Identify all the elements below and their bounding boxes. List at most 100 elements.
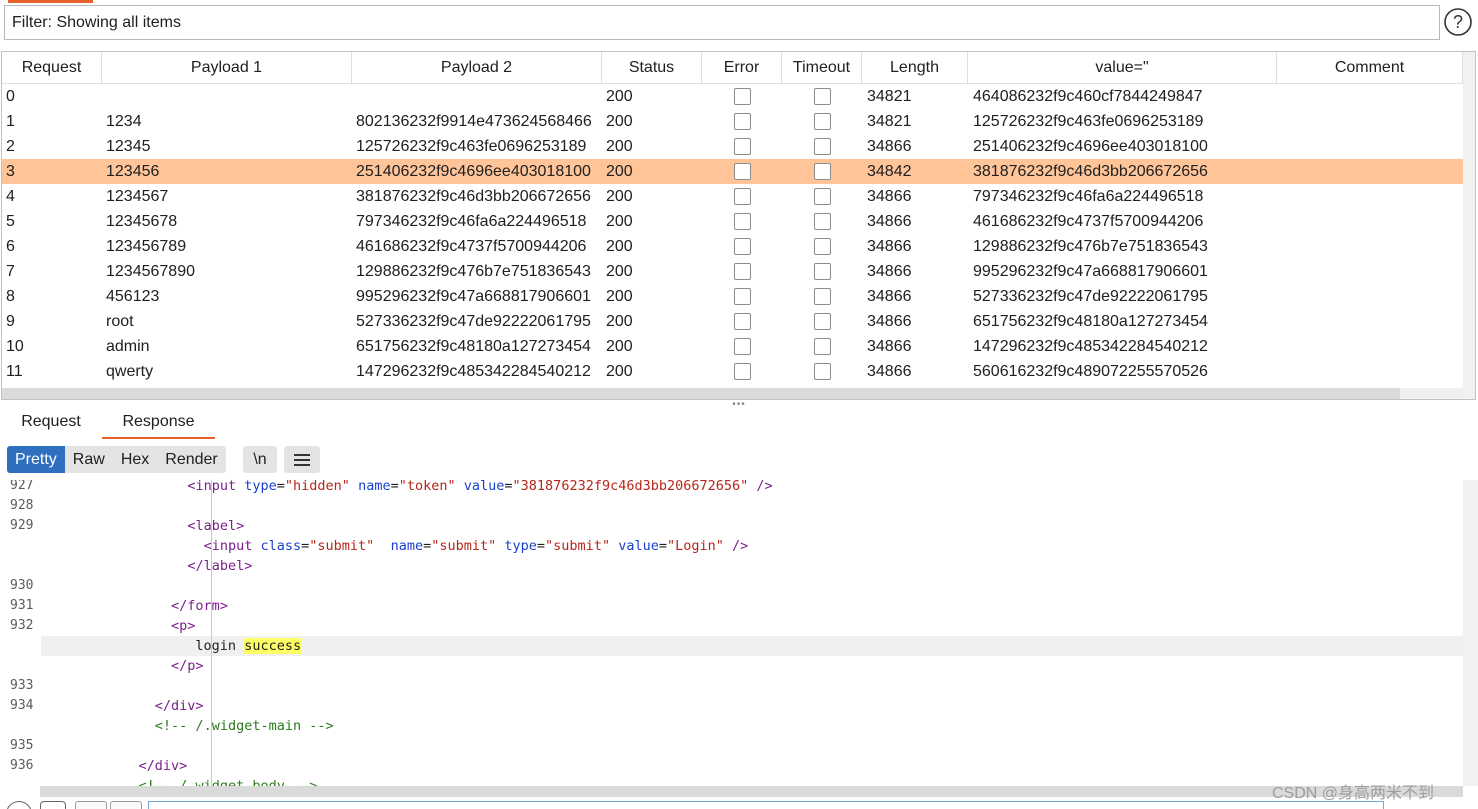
mode-pretty-button[interactable]: Pretty	[7, 446, 65, 473]
error-checkbox[interactable]	[734, 363, 751, 380]
hamburger-menu-icon[interactable]	[284, 446, 320, 473]
header-col-comment[interactable]: Comment	[1277, 52, 1463, 84]
tab-response[interactable]: Response	[102, 408, 215, 439]
timeout-checkbox[interactable]	[814, 88, 831, 105]
table-horizontal-scrollbar[interactable]	[2, 388, 1400, 399]
timeout-checkbox[interactable]	[814, 363, 831, 380]
timeout-checkbox[interactable]	[814, 263, 831, 280]
code-vertical-scrollbar[interactable]	[1463, 480, 1478, 786]
mode-render-button[interactable]: Render	[157, 446, 225, 473]
timeout-checkbox[interactable]	[814, 163, 831, 180]
settings-gear-icon[interactable]	[40, 801, 66, 809]
table-row[interactable]: 10 admin 651756232f9c48180a127273454 200 348…	[2, 334, 1464, 359]
code-line: </div>	[41, 756, 188, 776]
code-horizontal-scrollbar[interactable]	[40, 786, 1463, 797]
cell-status: 200	[606, 188, 633, 205]
cell-length: 34821	[867, 113, 912, 130]
cell-value: 381876232f9c46d3bb206672656	[973, 163, 1208, 180]
error-checkbox[interactable]	[734, 213, 751, 230]
tab-request[interactable]: Request	[8, 408, 94, 439]
search-next-button[interactable]	[110, 801, 142, 809]
table-row[interactable]: 9 root 527336232f9c47de92222061795 200 34866…	[2, 309, 1464, 334]
table-row[interactable]: 6 123456789 461686232f9c4737f5700944206 200…	[2, 234, 1464, 259]
cell-request: 11	[6, 363, 23, 380]
newline-toggle-button[interactable]: \n	[243, 446, 277, 473]
code-line: login success	[41, 636, 1463, 656]
table-row[interactable]: 11 qwerty 147296232f9c485342284540212 200 34…	[2, 359, 1464, 384]
cell-value: 527336232f9c47de92222061795	[973, 288, 1208, 305]
code-token: =	[504, 480, 513, 494]
help-question-icon[interactable]: ?	[1443, 6, 1473, 38]
error-checkbox[interactable]	[734, 338, 751, 355]
code-token: "token"	[398, 480, 456, 494]
table-row[interactable]: 2 12345 125726232f9c463fe0696253189 200 3486…	[2, 134, 1464, 159]
help-circle-icon[interactable]	[6, 801, 32, 809]
message-tabs: Request Response	[0, 408, 1478, 440]
table-row[interactable]: 7 1234567890 129886232f9c476b7e751836543 20…	[2, 259, 1464, 284]
error-checkbox[interactable]	[734, 163, 751, 180]
error-checkbox[interactable]	[734, 113, 751, 130]
cell-length: 34866	[867, 188, 912, 205]
code-token: "submit"	[309, 538, 375, 554]
header-col-timeout[interactable]: Timeout	[782, 52, 862, 84]
cell-payload1: 123456789	[106, 238, 187, 255]
filter-bar[interactable]: Filter: Showing all items	[4, 5, 1440, 40]
error-checkbox[interactable]	[734, 313, 751, 330]
cell-length: 34866	[867, 338, 912, 355]
timeout-checkbox[interactable]	[814, 188, 831, 205]
timeout-checkbox[interactable]	[814, 113, 831, 130]
code-token: </div>	[138, 758, 188, 774]
cell-request: 0	[6, 88, 15, 105]
code-token: <p>	[171, 618, 196, 634]
header-col-status[interactable]: Status	[602, 52, 702, 84]
response-code-viewer[interactable]: 927 928 929 930 931 932 933 934 935 936 <input ty…	[0, 480, 1478, 786]
header-col-error[interactable]: Error	[702, 52, 782, 84]
timeout-checkbox[interactable]	[814, 338, 831, 355]
table-row[interactable]: 0 200 34821 464086232f9c460cf7844249847	[2, 84, 1464, 109]
header-col-request[interactable]: Request	[2, 52, 102, 84]
table-row[interactable]: 3 123456 251406232f9c4696ee403018100 200 348…	[2, 159, 1464, 184]
cell-length: 34866	[867, 263, 912, 280]
search-input[interactable]	[148, 801, 1384, 809]
error-checkbox[interactable]	[734, 88, 751, 105]
error-checkbox[interactable]	[734, 263, 751, 280]
error-checkbox[interactable]	[734, 288, 751, 305]
cell-payload1	[106, 84, 352, 109]
cell-length: 34821	[867, 88, 912, 105]
search-prev-button[interactable]	[75, 801, 107, 809]
table-row[interactable]: 1 1234 802136232f9914e473624568466 200 34821…	[2, 109, 1464, 134]
code-token: =	[536, 538, 546, 554]
mode-raw-button[interactable]: Raw	[65, 446, 113, 473]
error-checkbox[interactable]	[734, 188, 751, 205]
error-checkbox[interactable]	[734, 138, 751, 155]
cell-payload2: 461686232f9c4737f5700944206	[356, 238, 587, 255]
table-vertical-scrollbar[interactable]	[1463, 52, 1475, 399]
header-col-length[interactable]: Length	[862, 52, 968, 84]
table-body: 0 200 34821 464086232f9c460cf7844249847 1 123…	[2, 84, 1464, 384]
timeout-checkbox[interactable]	[814, 238, 831, 255]
timeout-checkbox[interactable]	[814, 288, 831, 305]
cursor-guide	[211, 480, 212, 792]
cell-value: 461686232f9c4737f5700944206	[973, 213, 1204, 230]
cell-payload1: root	[106, 313, 134, 330]
header-col-payload-1[interactable]: Payload 1	[102, 52, 352, 84]
cell-request: 1	[6, 113, 15, 130]
error-checkbox[interactable]	[734, 238, 751, 255]
timeout-checkbox[interactable]	[814, 313, 831, 330]
table-row[interactable]: 4 1234567 381876232f9c46d3bb206672656 200 34…	[2, 184, 1464, 209]
table-row[interactable]: 8 456123 995296232f9c47a668817906601 200 348…	[2, 284, 1464, 309]
timeout-checkbox[interactable]	[814, 138, 831, 155]
cell-payload1: 12345678	[106, 213, 178, 230]
table-row[interactable]: 5 12345678 797346232f9c46fa6a224496518 200 3…	[2, 209, 1464, 234]
header-col-value[interactable]: value="	[968, 52, 1277, 84]
header-col-payload-2[interactable]: Payload 2	[352, 52, 602, 84]
mode-hex-button[interactable]: Hex	[113, 446, 157, 473]
timeout-checkbox[interactable]	[814, 213, 831, 230]
code-line: <input class="submit" name="submit" type…	[41, 536, 749, 556]
